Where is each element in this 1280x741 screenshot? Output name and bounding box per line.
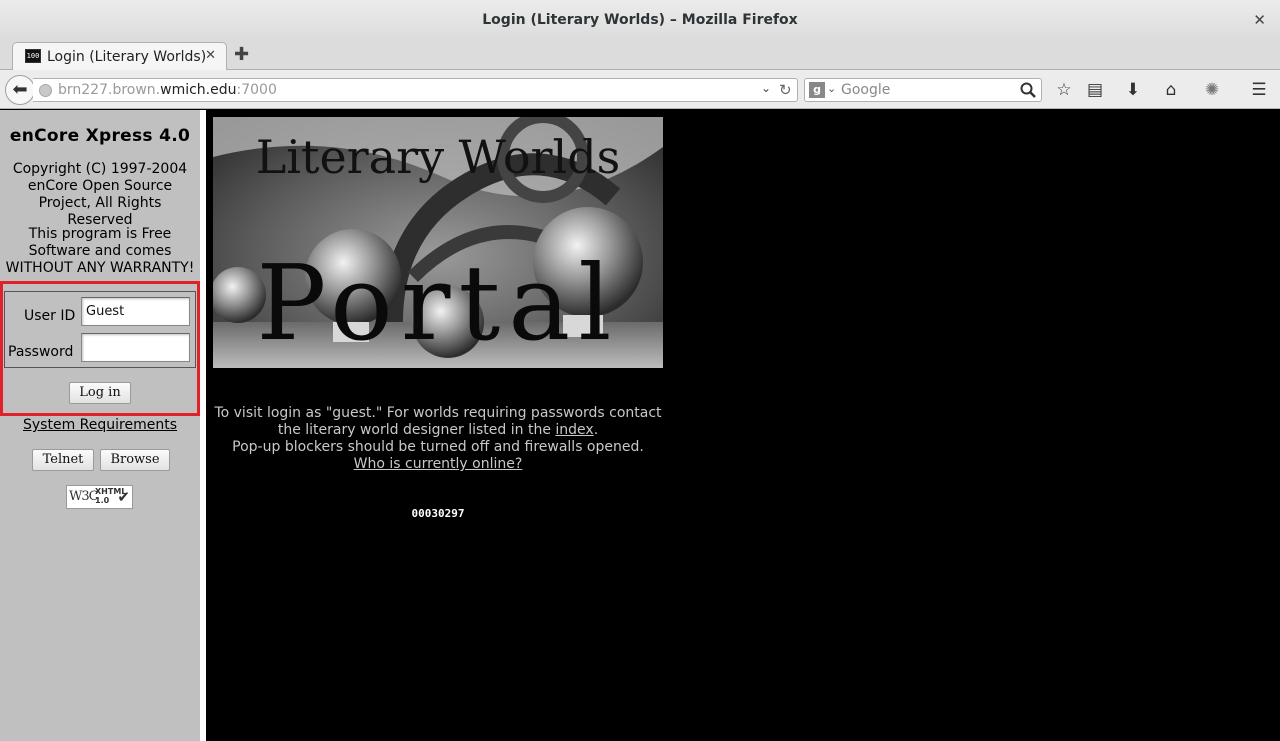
- tab-close-icon[interactable]: ✕: [205, 48, 216, 63]
- instructions-line-2-prefix: the literary world designer listed in th…: [277, 422, 556, 438]
- navigation-toolbar: ⬅ brn227.brown.wmich.edu:7000 ⌄ ↻ g ⌄ ☆ …: [0, 70, 1280, 109]
- banner-title: Literary Worlds: [256, 130, 621, 184]
- right-frame: Literary Worlds Portal To visit login as…: [206, 110, 1280, 741]
- instructions-line-2: the literary world designer listed in th…: [213, 422, 663, 439]
- back-button[interactable]: ⬅: [5, 75, 35, 105]
- menu-icon[interactable]: ☰: [1249, 80, 1269, 100]
- back-arrow-icon: ⬅: [12, 79, 28, 100]
- url-domain: wmich.edu: [160, 82, 237, 98]
- literary-worlds-portal-banner: Literary Worlds Portal: [213, 117, 663, 368]
- left-frame: enCore Xpress 4.0 Copyright (C) 1997-200…: [0, 110, 200, 741]
- copyright-text: Copyright (C) 1997-2004 enCore Open Sour…: [12, 161, 188, 228]
- login-instructions: To visit login as "guest." For worlds re…: [213, 405, 663, 473]
- checkmark-icon: ✔: [117, 488, 130, 506]
- instructions-line-4: Who is currently online?: [213, 456, 663, 473]
- window-close-icon[interactable]: ✕: [1253, 0, 1266, 40]
- telnet-button[interactable]: Telnet: [32, 449, 94, 471]
- who-is-online-link[interactable]: Who is currently online?: [354, 456, 523, 472]
- search-bar[interactable]: g ⌄: [804, 78, 1042, 102]
- site-favicon-icon: 100: [25, 49, 41, 63]
- visitor-counter: 00030297: [411, 507, 465, 520]
- banner-subtitle: Portal: [256, 242, 619, 364]
- new-tab-icon[interactable]: ✚: [234, 44, 249, 65]
- search-input[interactable]: [841, 81, 1016, 99]
- bookmark-star-icon[interactable]: ☆: [1054, 80, 1074, 100]
- password-input[interactable]: [81, 333, 190, 362]
- w3c-xhtml-badge[interactable]: W3C XHTML 1.0 ✔: [66, 485, 133, 509]
- site-identity-icon[interactable]: [39, 84, 52, 97]
- banner-image: Literary Worlds Portal: [213, 117, 663, 368]
- index-link[interactable]: index: [555, 422, 593, 438]
- url-prefix: brn227.brown.: [58, 82, 161, 98]
- url-text[interactable]: brn227.brown.wmich.edu:7000: [58, 82, 277, 98]
- window-titlebar: Login (Literary Worlds) – Mozilla Firefo…: [0, 0, 1280, 40]
- browse-button[interactable]: Browse: [100, 449, 170, 471]
- engine-dropdown-icon[interactable]: ⌄: [827, 82, 836, 95]
- tab-strip: 100 Login (Literary Worlds) ✕ ✚: [0, 40, 1280, 71]
- instructions-line-1: To visit login as "guest." For worlds re…: [214, 405, 662, 421]
- app-title: enCore Xpress 4.0: [9, 126, 191, 146]
- reload-icon[interactable]: ↻: [779, 81, 792, 99]
- login-button[interactable]: Log in: [69, 382, 131, 404]
- password-label: Password: [8, 344, 74, 360]
- license-text: This program is Free Software and comes …: [5, 226, 195, 276]
- url-suffix: :7000: [236, 82, 277, 98]
- system-requirements-link[interactable]: System Requirements: [0, 417, 200, 433]
- user-id-label: User ID: [24, 308, 76, 324]
- tab-login-literary-worlds[interactable]: 100 Login (Literary Worlds) ✕: [12, 42, 227, 71]
- google-engine-icon[interactable]: g: [809, 82, 825, 98]
- reading-list-icon[interactable]: ▤: [1085, 80, 1105, 100]
- url-history-dropdown-icon[interactable]: ⌄: [761, 81, 771, 95]
- search-icon[interactable]: [1019, 81, 1037, 99]
- instructions-line-2-suffix: .: [593, 422, 599, 438]
- w3c-logo-text: W3C: [69, 489, 99, 504]
- xhtml-version: 1.0: [95, 496, 110, 505]
- downloads-icon[interactable]: ⬇: [1123, 80, 1143, 100]
- tab-label: Login (Literary Worlds): [47, 49, 207, 65]
- home-icon[interactable]: ⌂: [1161, 80, 1181, 100]
- instructions-line-3: Pop-up blockers should be turned off and…: [232, 439, 644, 455]
- url-bar[interactable]: brn227.brown.wmich.edu:7000 ⌄ ↻: [33, 78, 798, 102]
- user-id-input[interactable]: [81, 297, 190, 326]
- addon-icon[interactable]: ✺: [1197, 80, 1227, 100]
- window-title: Login (Literary Worlds) – Mozilla Firefo…: [482, 12, 798, 28]
